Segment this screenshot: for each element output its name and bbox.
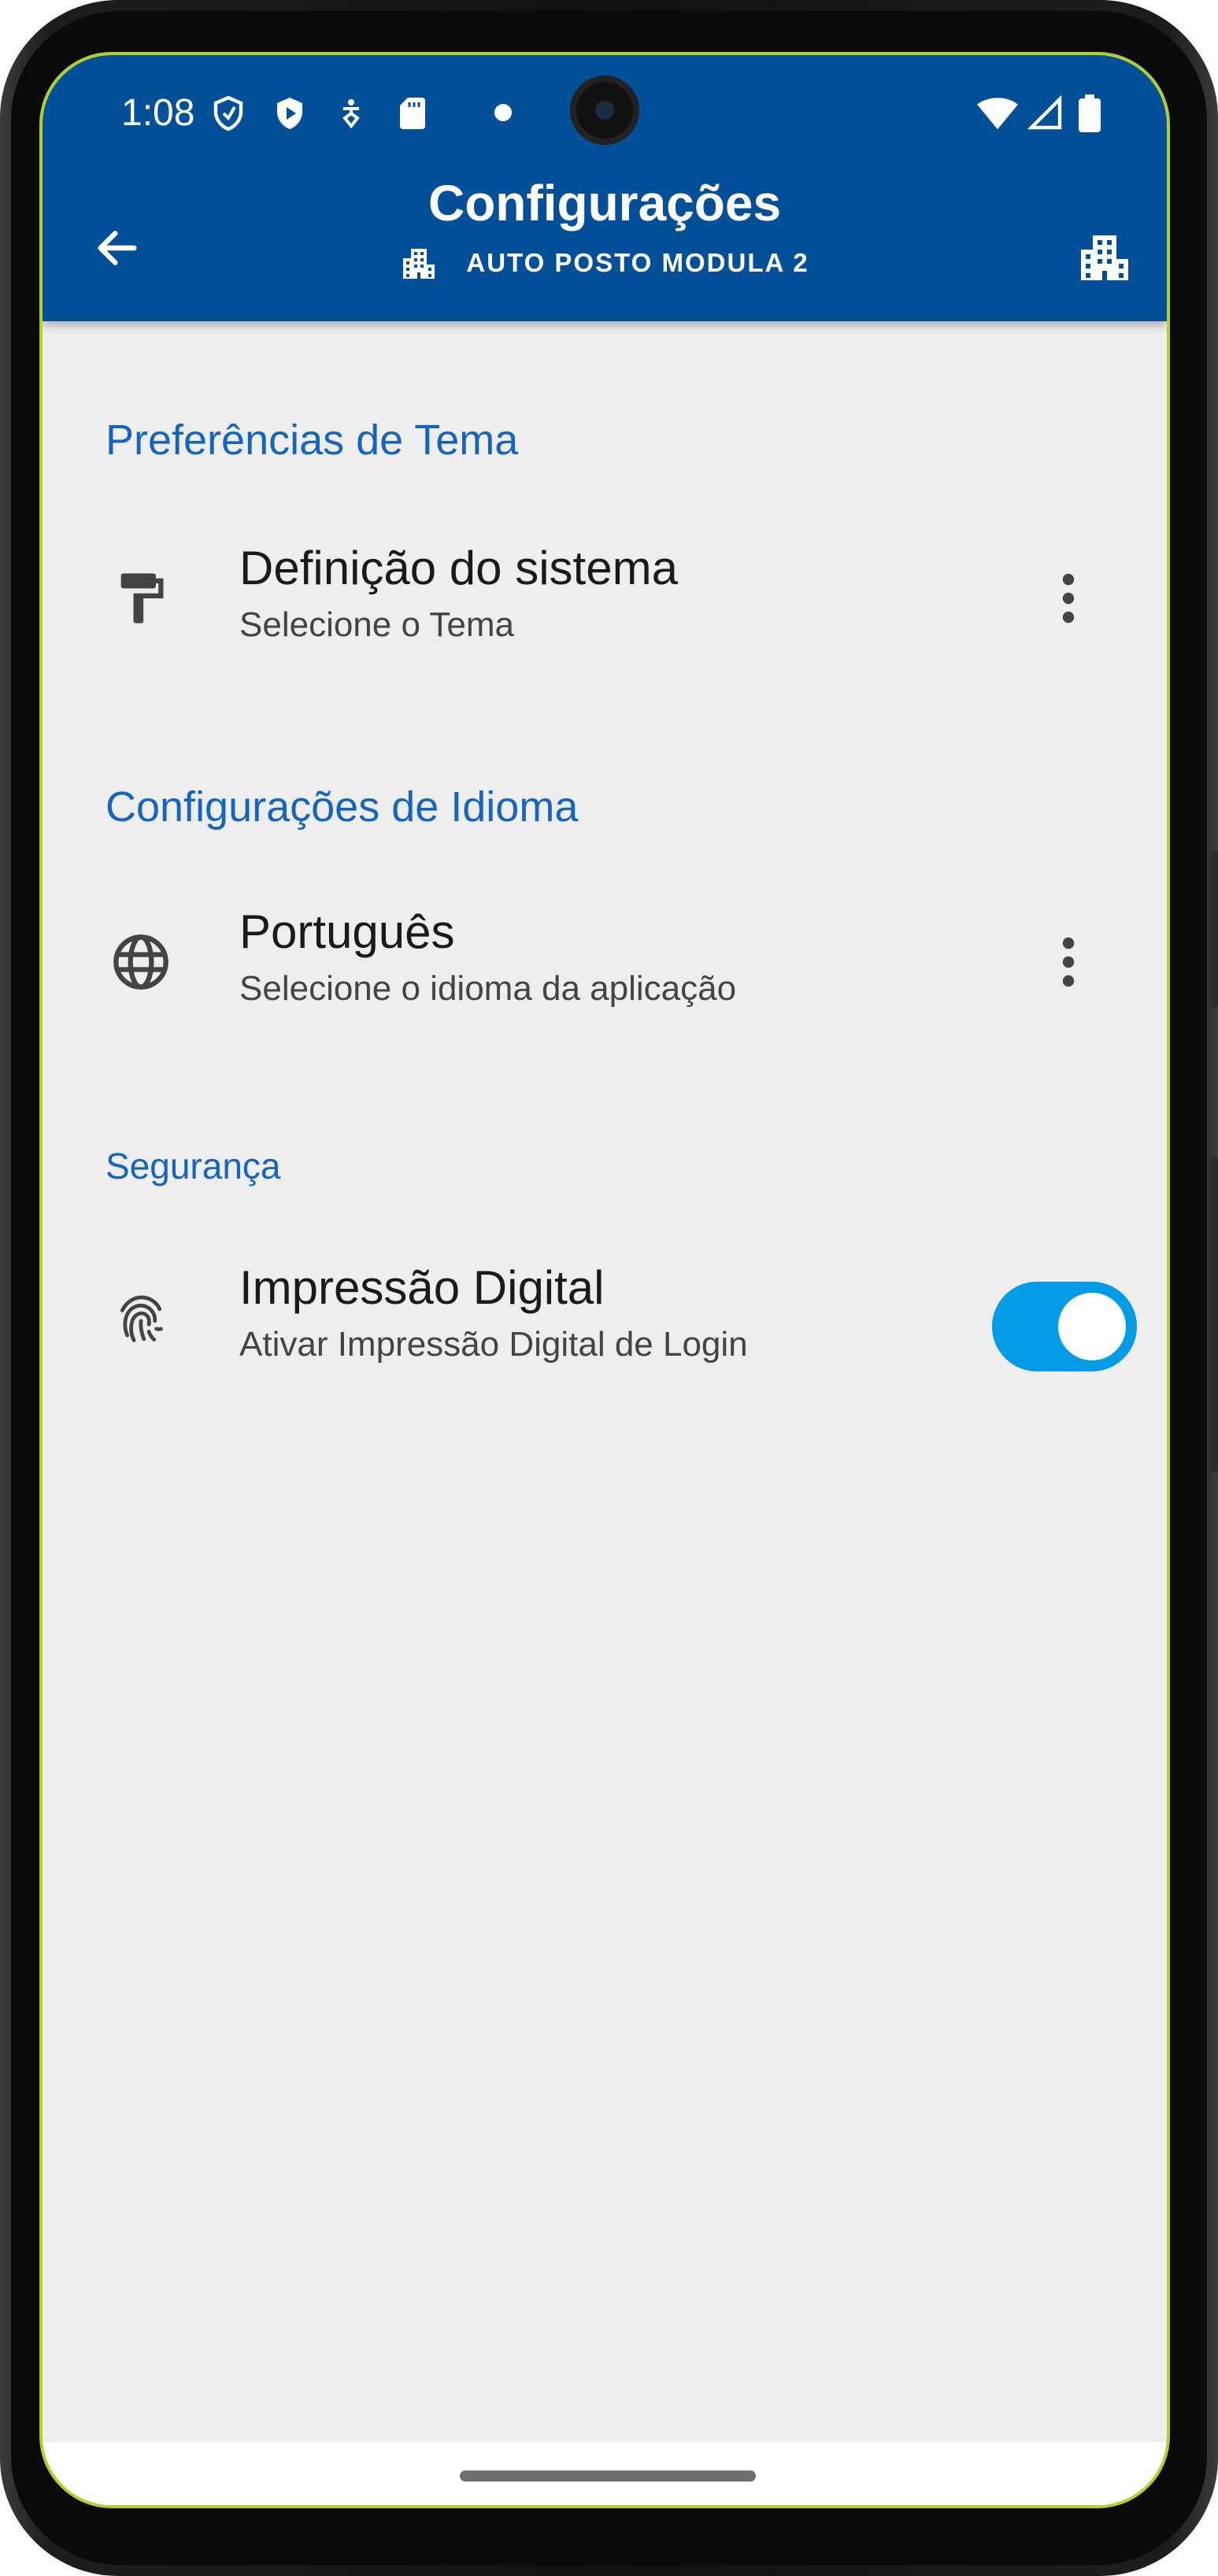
theme-title: Definição do sistema — [239, 542, 678, 594]
theme-options-button[interactable] — [1033, 563, 1104, 634]
notification-dot-icon — [494, 104, 512, 121]
language-subtitle: Selecione o idioma da aplicação — [239, 969, 737, 1008]
building-icon — [403, 249, 435, 279]
status-time: 1:08 — [121, 92, 195, 134]
fingerprint-subtitle: Ativar Impressão Digital de Login — [239, 1325, 748, 1364]
more-vert-icon — [1062, 937, 1075, 987]
select-company-button[interactable] — [1069, 221, 1140, 292]
company-name: AUTO POSTO MODULA 2 — [466, 248, 809, 277]
section-header-language: Configurações de Idioma — [106, 783, 579, 831]
device-frame: 1:08 Configurações AUTO POSTO MODULA 2 P… — [0, 0, 1218, 2576]
section-header-theme: Preferências de Tema — [106, 416, 519, 464]
more-vert-icon — [1062, 573, 1075, 624]
language-title: Português — [239, 905, 455, 958]
sd-card-icon — [400, 98, 425, 129]
building-icon — [1081, 235, 1128, 280]
company-subtitle: AUTO POSTO MODULA 2 — [43, 244, 1167, 282]
globe-icon — [106, 927, 176, 997]
list-item-fingerprint[interactable]: Impressão Digital Ativar Impressão Digit… — [43, 1239, 1167, 1397]
cell-signal-icon — [1027, 94, 1062, 130]
fingerprint-title: Impressão Digital — [239, 1261, 605, 1314]
page-title: Configurações — [428, 175, 782, 231]
wifi-icon — [977, 98, 1018, 130]
navigation-bar — [43, 2442, 1167, 2505]
list-item-theme[interactable]: Definição do sistema Selecione o Tema — [43, 520, 1167, 677]
battery-icon — [1079, 94, 1101, 132]
toggle-knob — [1058, 1293, 1126, 1360]
shield-outline-icon — [213, 95, 243, 131]
power-button — [1210, 1157, 1218, 1472]
language-options-button[interactable] — [1033, 927, 1104, 997]
fingerprint-toggle[interactable] — [992, 1282, 1137, 1371]
app-bar: 1:08 Configurações AUTO POSTO MODULA 2 — [43, 55, 1167, 321]
front-camera — [570, 76, 639, 145]
theme-subtitle: Selecione o Tema — [239, 605, 514, 644]
section-header-security: Segurança — [106, 1146, 281, 1186]
volume-button — [1210, 850, 1218, 1008]
accessibility-heart-icon — [342, 99, 360, 129]
home-indicator[interactable] — [460, 2471, 756, 2482]
list-item-language[interactable]: Português Selecione o idioma da aplicaçã… — [43, 883, 1167, 1041]
status-bar: 1:08 — [43, 55, 1167, 165]
paint-roller-icon — [106, 563, 176, 634]
play-protect-icon — [277, 98, 302, 129]
fingerprint-icon — [106, 1282, 176, 1353]
phone-screen: 1:08 Configurações AUTO POSTO MODULA 2 P… — [39, 52, 1170, 2508]
